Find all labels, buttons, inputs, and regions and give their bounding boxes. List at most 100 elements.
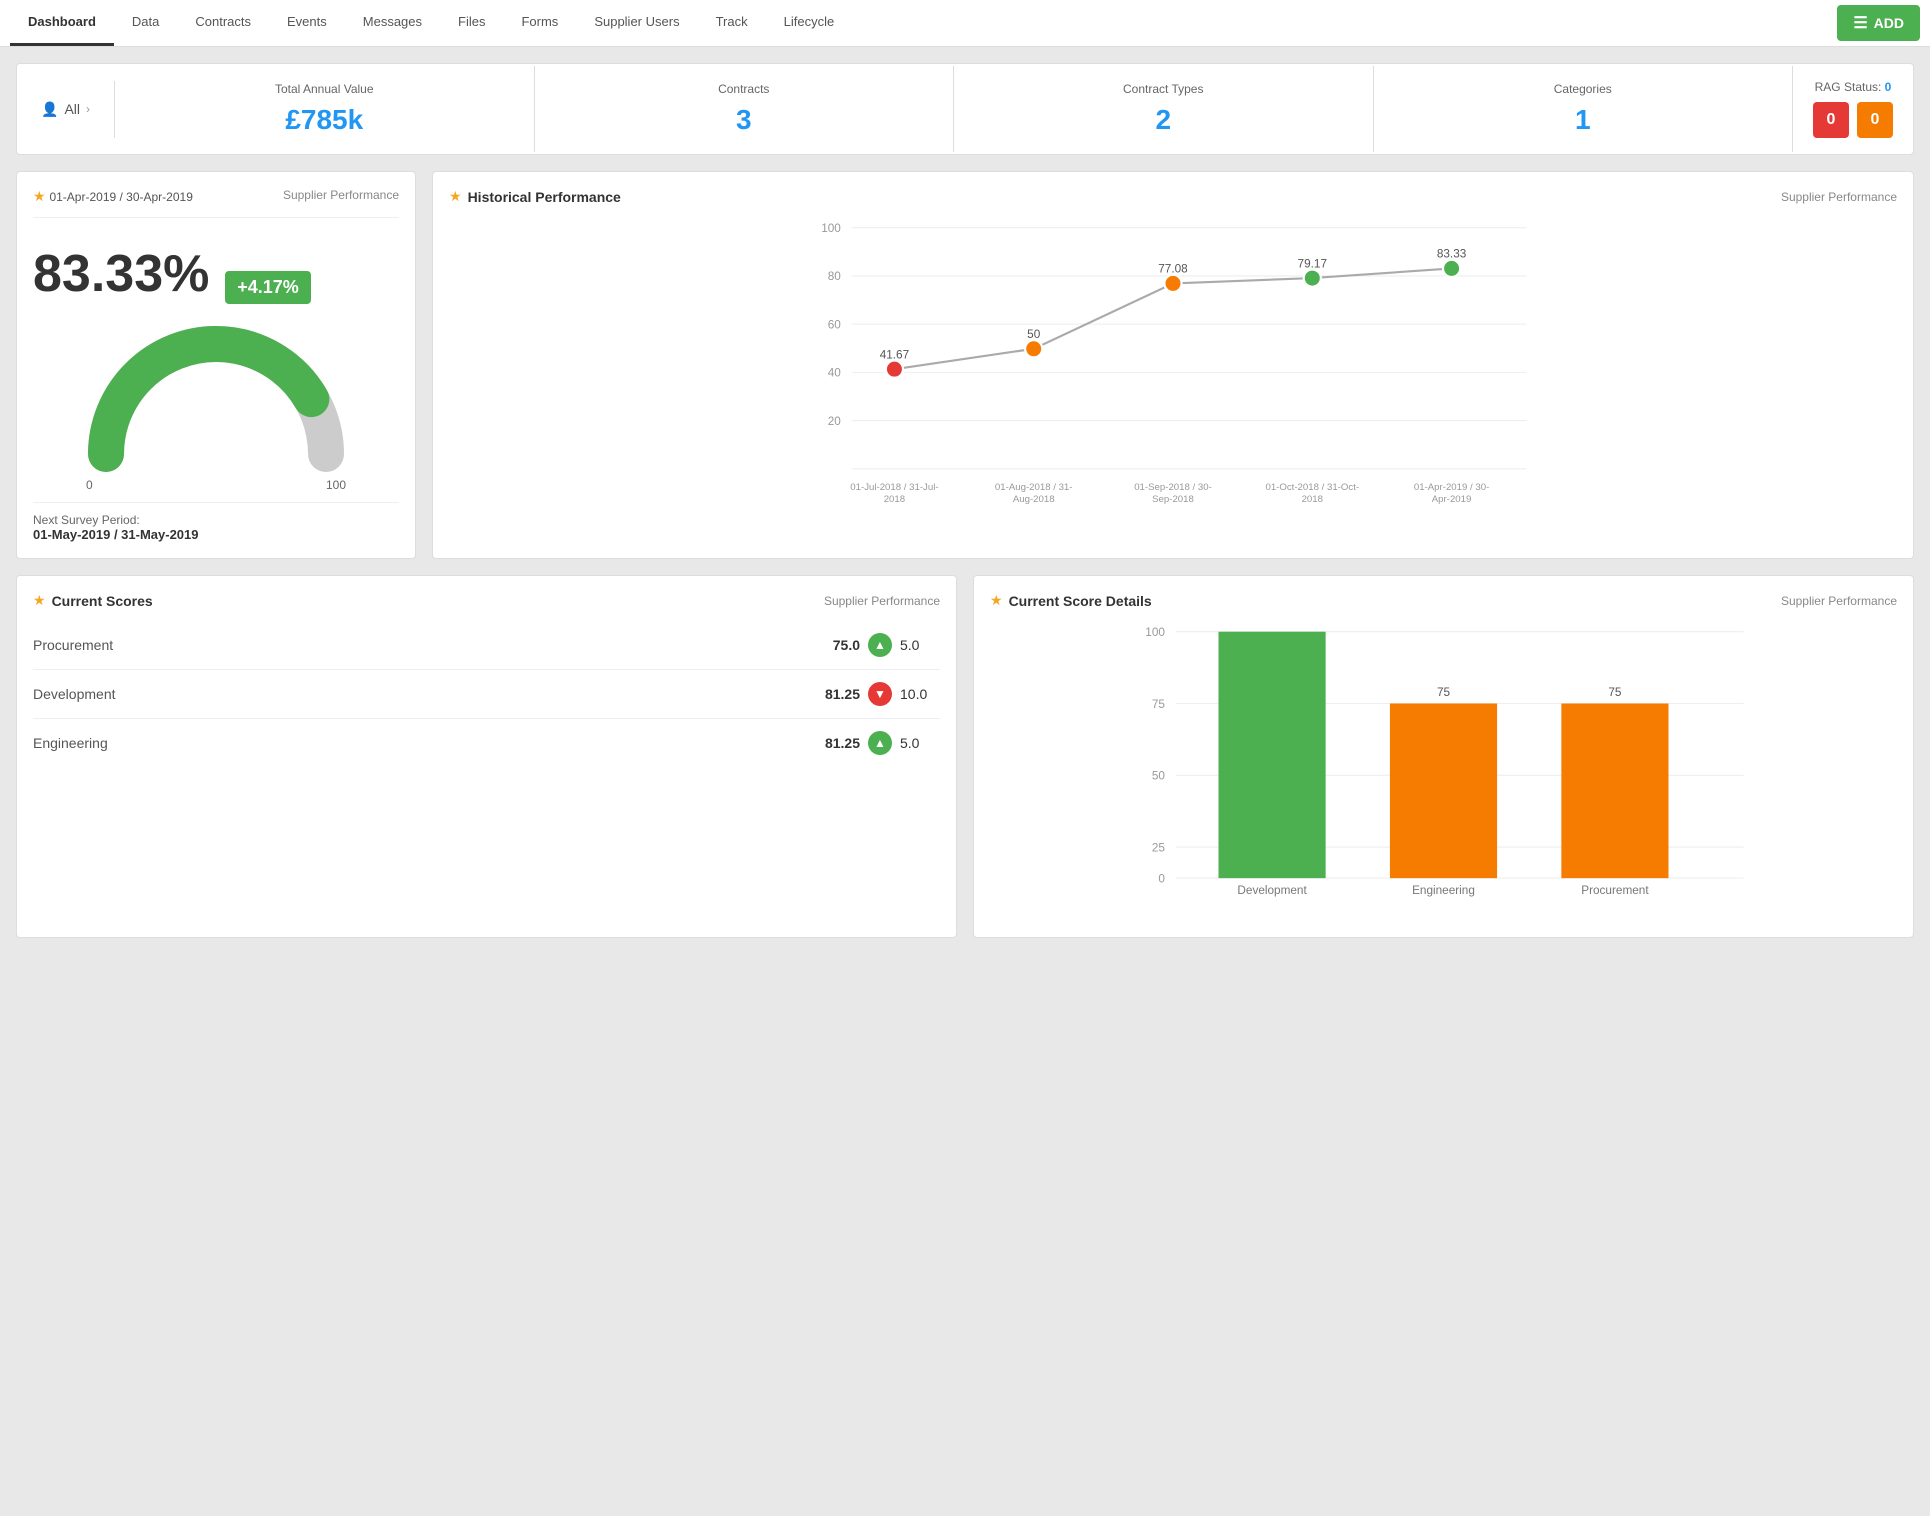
arrow-down-development: ▼: [868, 682, 892, 706]
contract-types-label: Contract Types: [964, 82, 1363, 96]
star-icon-details: ★: [990, 592, 1003, 609]
svg-text:01-Jul-2018 / 31-Jul-: 01-Jul-2018 / 31-Jul-: [850, 482, 938, 493]
current-scores-panel: ★ Current Scores Supplier Performance Pr…: [16, 575, 957, 938]
svg-text:75: 75: [1152, 698, 1166, 711]
categories-label: Categories: [1384, 82, 1783, 96]
scores-rows: Procurement 75.0 ▲ 5.0 Development 81.25…: [33, 621, 940, 767]
score-details-header: ★ Current Score Details Supplier Perform…: [990, 592, 1897, 609]
performance-delta: +4.17%: [225, 271, 311, 304]
svg-text:50: 50: [1152, 770, 1166, 783]
svg-text:79.17: 79.17: [1298, 257, 1327, 270]
all-filter[interactable]: 👤 All ›: [17, 81, 115, 138]
svg-text:75: 75: [1437, 686, 1451, 699]
score-change-development: 10.0: [900, 686, 940, 702]
svg-text:25: 25: [1152, 841, 1166, 854]
total-annual-value-label: Total Annual Value: [125, 82, 524, 96]
svg-text:Engineering: Engineering: [1412, 884, 1475, 897]
tab-lifecycle[interactable]: Lifecycle: [766, 0, 853, 46]
historical-chart-area: 100 80 60 40 20 41.67: [449, 217, 1897, 517]
tab-contracts[interactable]: Contracts: [177, 0, 269, 46]
rag-red-badge: 0: [1813, 102, 1849, 138]
score-name-development: Development: [33, 686, 810, 702]
row-performance: ★ 01-Apr-2019 / 30-Apr-2019 Supplier Per…: [16, 171, 1914, 559]
svg-text:Aug-2018: Aug-2018: [1013, 494, 1055, 505]
svg-text:75: 75: [1608, 686, 1622, 699]
historical-title: Historical Performance: [468, 189, 621, 205]
svg-text:80: 80: [828, 270, 842, 283]
svg-text:77.08: 77.08: [1158, 263, 1188, 276]
historical-subtitle: Supplier Performance: [1781, 190, 1897, 204]
contracts-count: 3: [545, 104, 944, 136]
add-label: ADD: [1874, 15, 1904, 31]
bar-chart-svg: 100 75 50 25 0 75: [990, 621, 1897, 921]
score-val-engineering: 81.25: [810, 735, 860, 751]
score-val-development: 81.25: [810, 686, 860, 702]
tab-forms[interactable]: Forms: [503, 0, 576, 46]
historical-panel: ★ Historical Performance Supplier Perfor…: [432, 171, 1914, 559]
svg-text:01-Aug-2018 / 31-: 01-Aug-2018 / 31-: [995, 482, 1073, 493]
svg-text:Development: Development: [1237, 884, 1307, 897]
person-icon: 👤: [41, 101, 58, 118]
svg-text:2018: 2018: [884, 494, 905, 505]
performance-header: ★ 01-Apr-2019 / 30-Apr-2019 Supplier Per…: [33, 188, 399, 218]
tab-files[interactable]: Files: [440, 0, 503, 46]
tab-data[interactable]: Data: [114, 0, 177, 46]
svg-text:Procurement: Procurement: [1581, 884, 1649, 897]
bar-chart-area: 100 75 50 25 0 75: [990, 621, 1897, 921]
contract-types-cell: Contract Types 2: [954, 66, 1374, 152]
next-survey-date: 01-May-2019 / 31-May-2019: [33, 527, 199, 542]
svg-text:40: 40: [828, 367, 842, 380]
score-name-procurement: Procurement: [33, 637, 810, 653]
all-label: All: [64, 101, 80, 117]
current-scores-header: ★ Current Scores Supplier Performance: [33, 592, 940, 609]
tab-events[interactable]: Events: [269, 0, 345, 46]
score-name-engineering: Engineering: [33, 735, 810, 751]
performance-panel: ★ 01-Apr-2019 / 30-Apr-2019 Supplier Per…: [16, 171, 416, 559]
bar-engineering: [1390, 704, 1497, 879]
current-scores-subtitle: Supplier Performance: [824, 594, 940, 608]
tab-supplier-users[interactable]: Supplier Users: [576, 0, 697, 46]
categories-cell: Categories 1: [1374, 66, 1794, 152]
score-details-title: Current Score Details: [1009, 593, 1152, 609]
contracts-label: Contracts: [545, 82, 944, 96]
score-details-subtitle: Supplier Performance: [1781, 594, 1897, 608]
svg-text:41.67: 41.67: [880, 348, 909, 361]
svg-text:01-Apr-2019 / 30-: 01-Apr-2019 / 30-: [1414, 482, 1489, 493]
tab-messages[interactable]: Messages: [345, 0, 440, 46]
historical-svg: 100 80 60 40 20 41.67: [449, 217, 1897, 517]
categories-count: 1: [1384, 104, 1783, 136]
current-scores-title: Current Scores: [52, 593, 153, 609]
star-icon-historical: ★: [449, 188, 462, 205]
svg-text:Sep-2018: Sep-2018: [1152, 494, 1194, 505]
score-details-panel: ★ Current Score Details Supplier Perform…: [973, 575, 1914, 938]
svg-text:2018: 2018: [1302, 494, 1323, 505]
performance-score: 83.33%: [33, 244, 209, 304]
score-change-engineering: 5.0: [900, 735, 940, 751]
tab-dashboard[interactable]: Dashboard: [10, 0, 114, 46]
menu-icon: ☰: [1853, 13, 1867, 33]
next-survey: Next Survey Period: 01-May-2019 / 31-May…: [33, 502, 399, 542]
svg-text:01-Oct-2018 / 31-Oct-: 01-Oct-2018 / 31-Oct-: [1265, 482, 1359, 493]
svg-text:50: 50: [1027, 328, 1041, 341]
contracts-cell: Contracts 3: [535, 66, 955, 152]
score-change-procurement: 5.0: [900, 637, 940, 653]
svg-text:83.33: 83.33: [1437, 248, 1467, 261]
star-icon: ★: [33, 188, 46, 204]
performance-date-range: ★ 01-Apr-2019 / 30-Apr-2019: [33, 188, 193, 205]
performance-score-area: 83.33% +4.17%: [33, 218, 399, 314]
rag-status-cell: RAG Status: 0 0 0: [1793, 64, 1913, 154]
arrow-up-procurement: ▲: [868, 633, 892, 657]
svg-text:0: 0: [1158, 872, 1165, 885]
add-button[interactable]: ☰ ADD: [1837, 5, 1920, 41]
star-icon-scores: ★: [33, 592, 46, 609]
total-annual-value: £785k: [125, 104, 524, 136]
gauge-max-label: 100: [326, 478, 346, 492]
tab-track[interactable]: Track: [698, 0, 766, 46]
navigation: Dashboard Data Contracts Events Messages…: [0, 0, 1930, 47]
svg-text:20: 20: [828, 415, 842, 428]
score-row-development: Development 81.25 ▼ 10.0: [33, 670, 940, 719]
svg-text:100: 100: [1145, 626, 1165, 639]
performance-date: 01-Apr-2019 / 30-Apr-2019: [49, 190, 192, 204]
chevron-right-icon: ›: [86, 102, 90, 116]
svg-text:60: 60: [828, 318, 842, 331]
